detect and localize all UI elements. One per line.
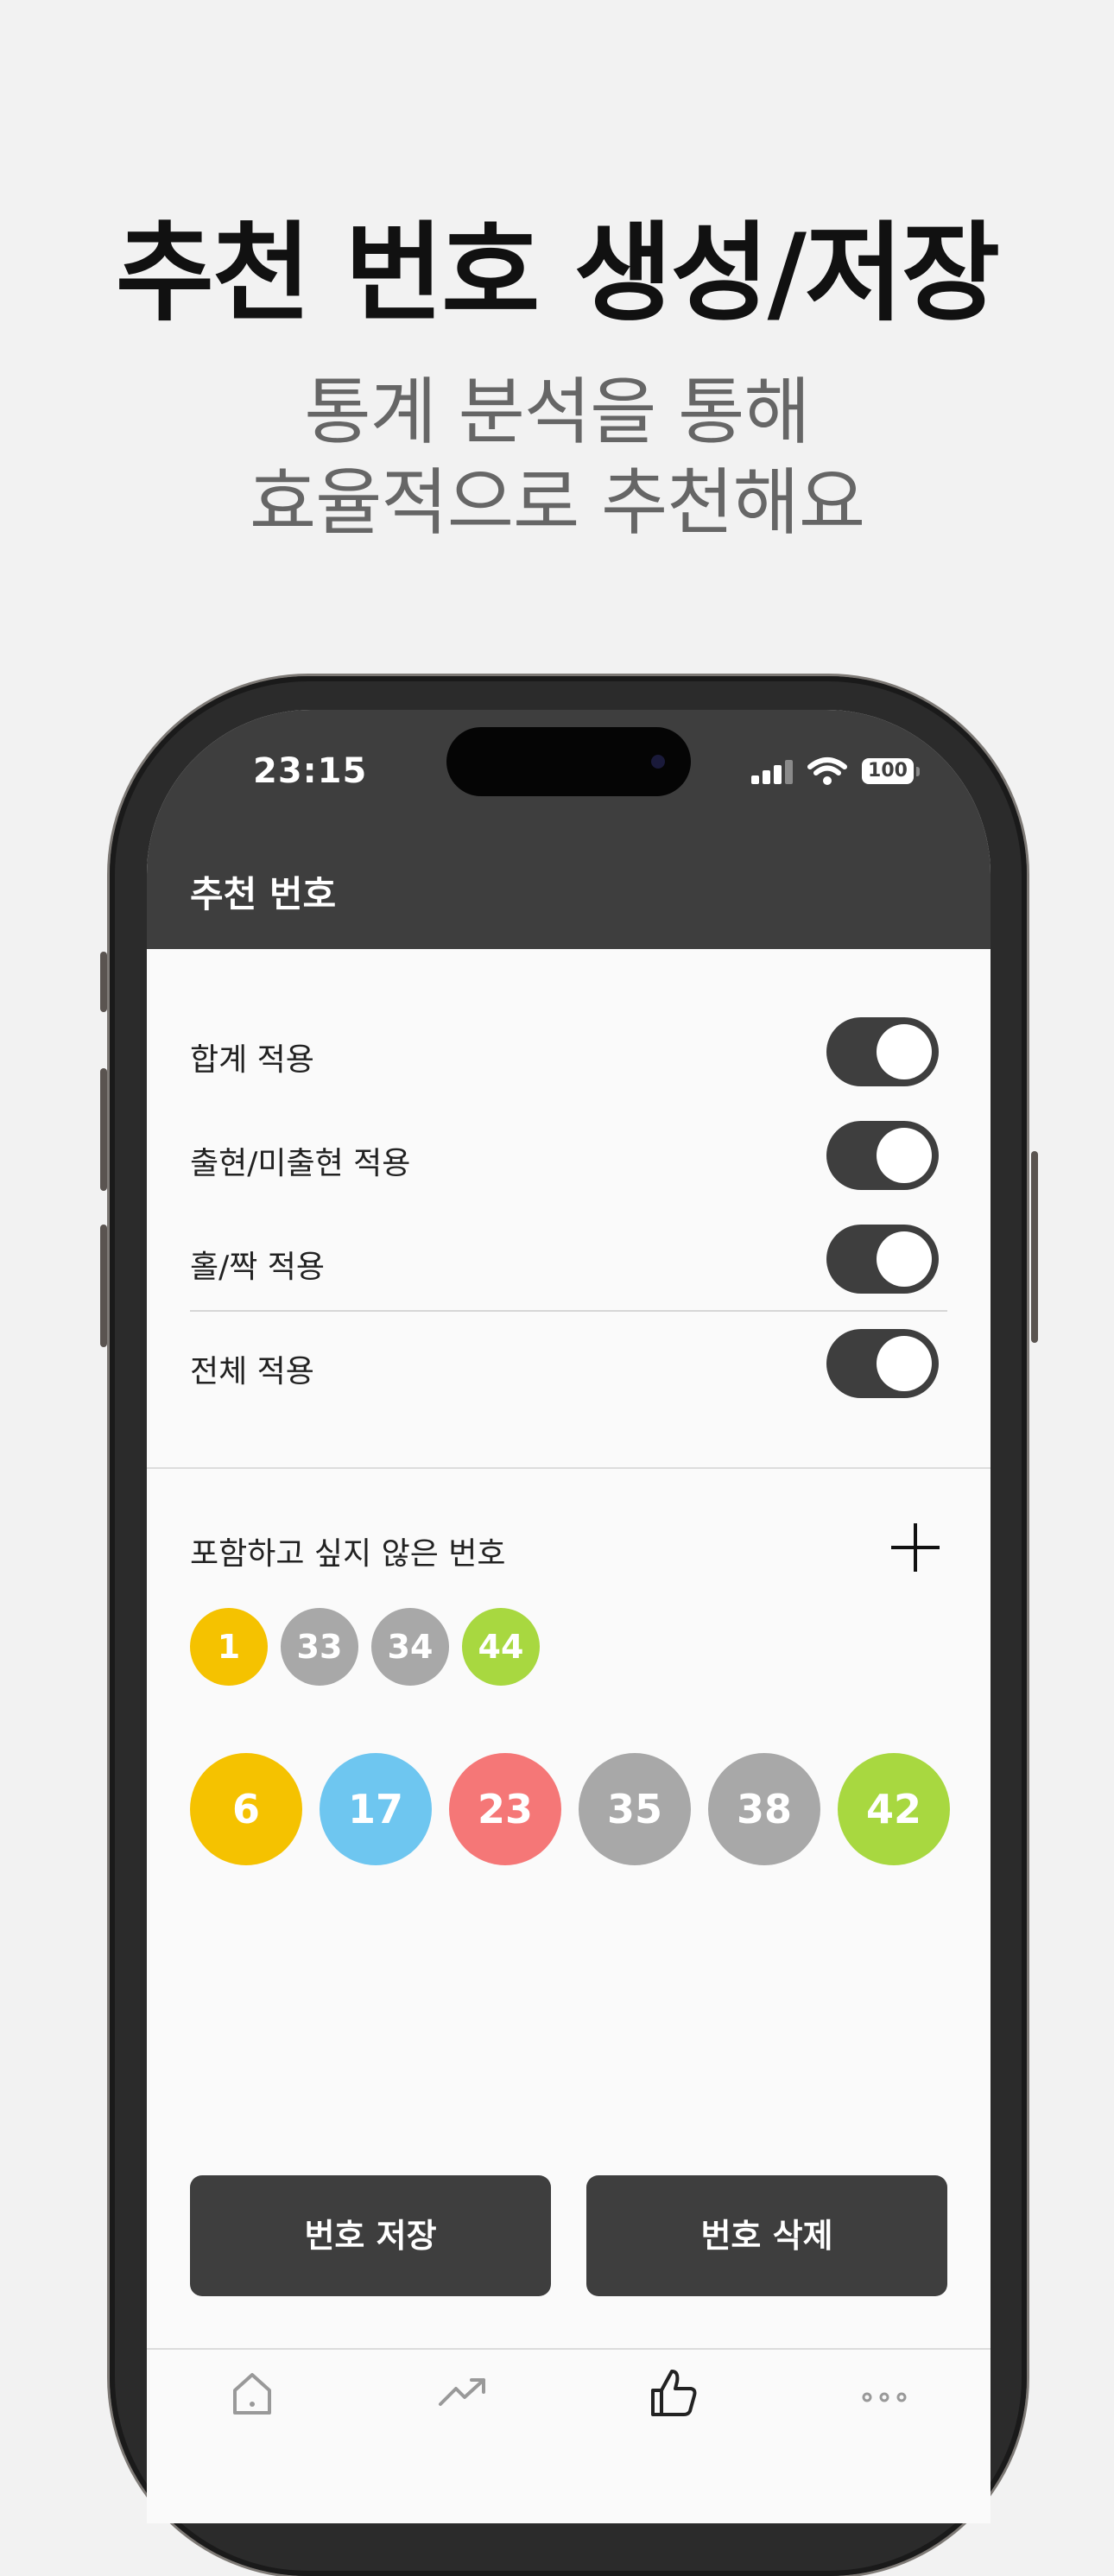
trend-icon[interactable]	[437, 2366, 489, 2418]
phone-power-button	[1031, 1151, 1038, 1343]
wifi-icon	[807, 757, 847, 785]
switch-appearance[interactable]	[826, 1121, 939, 1190]
more-icon[interactable]	[858, 2366, 910, 2418]
switch-all[interactable]	[826, 1329, 939, 1398]
recommended-ball: 42	[838, 1753, 950, 1865]
nav-title: 추천 번호	[190, 873, 337, 915]
switch-sum[interactable]	[826, 1017, 939, 1086]
save-numbers-button[interactable]: 번호 저장	[190, 2175, 551, 2296]
dynamic-island	[446, 727, 691, 796]
toggle-row-appearance: 출현/미출현 적용	[190, 1121, 947, 1190]
recommended-ball: 38	[708, 1753, 820, 1865]
divider	[190, 1310, 947, 1312]
switch-odd-even[interactable]	[826, 1225, 939, 1294]
toggle-row-odd-even: 홀/짝 적용	[190, 1225, 947, 1294]
excluded-ball[interactable]: 44	[462, 1608, 540, 1686]
recommended-ball: 35	[579, 1753, 691, 1865]
toggle-row-sum: 합계 적용	[190, 1017, 947, 1086]
phone-volume-down	[100, 1225, 107, 1347]
thumbs-up-icon[interactable]	[648, 2366, 699, 2418]
phone-action-button	[100, 952, 107, 1012]
delete-numbers-button[interactable]: 번호 삭제	[586, 2175, 947, 2296]
recommended-ball: 17	[320, 1753, 432, 1865]
status-time: 23:15	[253, 751, 368, 791]
section-divider	[147, 1467, 991, 1469]
add-icon[interactable]	[891, 1523, 940, 1572]
tab-bar-divider	[147, 2348, 991, 2350]
recommended-ball: 23	[449, 1753, 561, 1865]
phone-volume-up	[100, 1068, 107, 1191]
subline-2: 효율적으로 추천해요	[249, 460, 865, 545]
signal-icon	[751, 755, 794, 789]
phone-screen: 23:15 100 추천 번호 합계 적용 출현/미출현 적용 홀/짝 적용 전…	[147, 710, 991, 2523]
excluded-ball[interactable]: 1	[190, 1608, 268, 1686]
battery-icon: 100	[862, 758, 920, 784]
top-bar: 23:15 100 추천 번호	[147, 710, 991, 949]
headline: 추천 번호 생성/저장	[115, 212, 1000, 336]
excluded-ball[interactable]: 34	[371, 1608, 449, 1686]
home-icon[interactable]	[226, 2366, 278, 2418]
toggle-row-all: 전체 적용	[190, 1329, 947, 1398]
toggle-label: 홀/짝 적용	[190, 1250, 326, 1285]
subline-1: 통계 분석을 통해	[304, 370, 810, 454]
toggle-label: 출현/미출현 적용	[190, 1146, 411, 1181]
excluded-ball[interactable]: 33	[281, 1608, 358, 1686]
toggle-label: 합계 적용	[190, 1042, 314, 1078]
exclude-label: 포함하고 싶지 않은 번호	[190, 1536, 506, 1572]
recommended-ball: 6	[190, 1753, 302, 1865]
toggle-label: 전체 적용	[190, 1354, 314, 1389]
